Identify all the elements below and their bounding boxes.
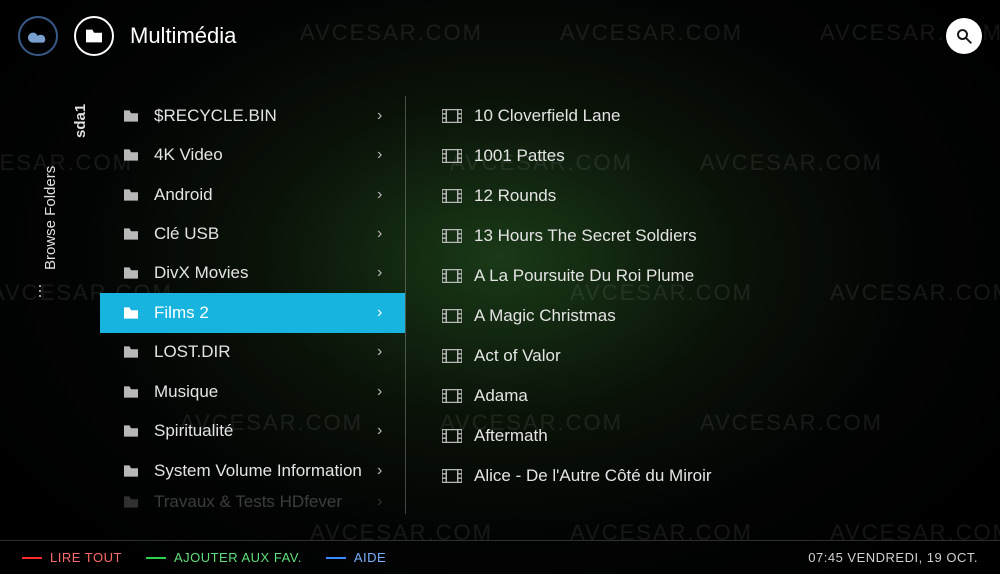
chevron-right-icon: › [377,304,393,322]
film-icon [442,469,464,483]
film-icon [442,149,464,163]
file-label: Act of Valor [464,346,988,366]
folder-icon [122,109,144,123]
chevron-right-icon: › [377,107,393,125]
folder-row[interactable]: 4K Video› [100,135,405,174]
folder-label: DivX Movies [144,263,377,283]
film-icon [442,229,464,243]
chevron-right-icon: › [377,493,393,511]
folder-label: Clé USB [144,224,377,244]
file-label: Aftermath [464,426,988,446]
file-row[interactable]: 1001 Pattes [420,136,1000,176]
folder-icon [122,495,144,509]
browser-columns: $RECYCLE.BIN›4K Video›Android›Clé USB›Di… [100,96,1000,514]
folder-row[interactable]: Musique› [100,372,405,411]
search-icon [955,27,973,45]
breadcrumb-root[interactable]: Browse Folders [42,166,59,270]
file-row[interactable]: Adama [420,376,1000,416]
film-icon [442,109,464,123]
header-bar: Multimédia [18,14,982,58]
file-label: A La Poursuite Du Roi Plume [464,266,988,286]
folder-icon [122,266,144,280]
legend-green[interactable]: AJOUTER AUX FAV. [146,550,302,565]
folder-button[interactable] [74,16,114,56]
folder-row[interactable]: System Volume Information› [100,451,405,490]
film-icon [442,309,464,323]
folder-icon [122,345,144,359]
folder-label: Films 2 [144,303,377,323]
folder-label: $RECYCLE.BIN [144,106,377,126]
chevron-right-icon: › [377,422,393,440]
film-icon [442,429,464,443]
cloud-button[interactable] [18,16,58,56]
folder-icon [122,385,144,399]
chevron-right-icon: › [377,383,393,401]
file-row[interactable]: Act of Valor [420,336,1000,376]
legend-red[interactable]: LIRE TOUT [22,550,122,565]
breadcrumb-device[interactable]: sda1 [72,104,89,138]
file-label: 1001 Pattes [464,146,988,166]
file-label: 13 Hours The Secret Soldiers [464,226,988,246]
cloud-icon [28,29,48,43]
file-row[interactable]: 10 Cloverfield Lane [420,96,1000,136]
search-button[interactable] [946,18,982,54]
folder-row[interactable]: Clé USB› [100,214,405,253]
file-label: A Magic Christmas [464,306,988,326]
chevron-right-icon: › [377,264,393,282]
file-label: 10 Cloverfield Lane [464,106,988,126]
folder-icon [84,28,104,44]
folder-label: Musique [144,382,377,402]
file-row[interactable]: A Magic Christmas [420,296,1000,336]
folder-column: $RECYCLE.BIN›4K Video›Android›Clé USB›Di… [100,96,406,514]
folder-label: Android [144,185,377,205]
file-label: Adama [464,386,988,406]
folder-icon [122,306,144,320]
file-label: 12 Rounds [464,186,988,206]
folder-row[interactable]: Spiritualité› [100,412,405,451]
folder-icon [122,148,144,162]
folder-row[interactable]: $RECYCLE.BIN› [100,96,405,135]
folder-label: 4K Video [144,145,377,165]
file-label: Alice - De l'Autre Côté du Miroir [464,466,988,486]
chevron-right-icon: › [377,186,393,204]
film-icon [442,389,464,403]
folder-icon [122,424,144,438]
file-row[interactable]: Alice - De l'Autre Côté du Miroir [420,456,1000,496]
folder-row[interactable]: Travaux & Tests HDfever› [100,490,405,514]
folder-icon [122,464,144,478]
folder-row[interactable]: LOST.DIR› [100,333,405,372]
folder-icon [122,227,144,241]
page-title: Multimédia [130,23,236,49]
film-icon [442,349,464,363]
folder-label: Spiritualité [144,421,377,441]
folder-row[interactable]: DivX Movies› [100,254,405,293]
file-row[interactable]: A La Poursuite Du Roi Plume [420,256,1000,296]
footer-bar: LIRE TOUT AJOUTER AUX FAV. AIDE 07:45 VE… [0,540,1000,574]
legend-blue-label: AIDE [354,550,386,565]
chevron-right-icon: › [377,146,393,164]
folder-label: System Volume Information [144,461,377,481]
file-row[interactable]: Aftermath [420,416,1000,456]
legend-blue[interactable]: AIDE [326,550,386,565]
clock-label: 07:45 VENDREDI, 19 OCT. [808,550,978,565]
file-row[interactable]: 13 Hours The Secret Soldiers [420,216,1000,256]
legend-red-label: LIRE TOUT [50,550,122,565]
film-icon [442,189,464,203]
folder-row[interactable]: Films 2› [100,293,405,332]
film-icon [442,269,464,283]
folder-label: Travaux & Tests HDfever [144,492,377,512]
folder-row[interactable]: Android› [100,175,405,214]
chevron-right-icon: › [377,343,393,361]
breadcrumb-ellipsis[interactable]: ⋯ [31,284,49,299]
chevron-right-icon: › [377,462,393,480]
file-column: 10 Cloverfield Lane 1001 Pattes 12 Rounds 1… [406,96,1000,514]
chevron-right-icon: › [377,225,393,243]
folder-label: LOST.DIR [144,342,377,362]
legend-green-label: AJOUTER AUX FAV. [174,550,302,565]
file-row[interactable]: 12 Rounds [420,176,1000,216]
folder-icon [122,188,144,202]
